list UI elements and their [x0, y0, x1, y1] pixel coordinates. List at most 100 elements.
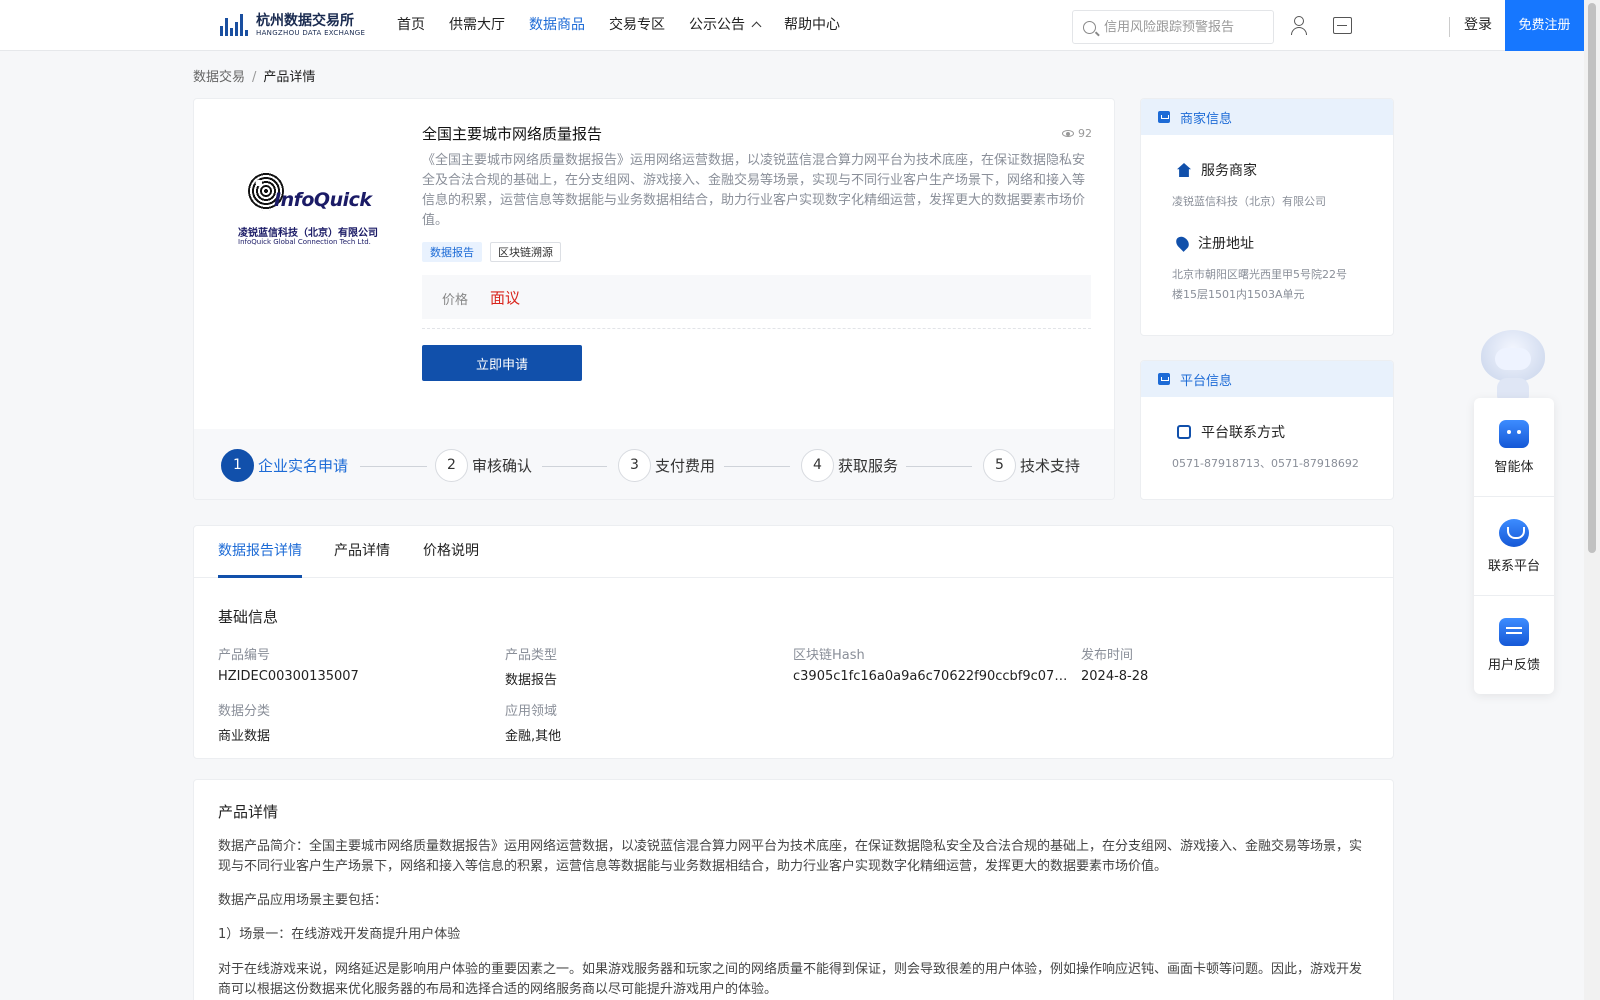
product-detail-card: 产品详情 数据产品简介：全国主要城市网络质量数据报告》运用网络运营数据，以凌锐蓝… — [193, 779, 1394, 1000]
feedback-icon — [1499, 618, 1529, 646]
price-value: 面议 — [490, 289, 521, 307]
service-merchant-value: 凌锐蓝信科技（北京）有限公司 — [1172, 195, 1326, 208]
tag-blockchain: 区块链溯源 — [490, 242, 561, 262]
nav-supply-demand[interactable]: 供需大厅 — [449, 0, 505, 51]
login-link[interactable]: 登录 — [1464, 0, 1492, 51]
step-number: 5 — [983, 449, 1016, 482]
field-value: 金融,其他 — [505, 729, 562, 744]
logo-title: 杭州数据交易所 — [256, 12, 354, 29]
breadcrumb: 数据交易 / 产品详情 — [193, 66, 315, 85]
user-icon[interactable] — [1289, 16, 1309, 36]
float-contact-platform[interactable]: 联系平台 — [1474, 497, 1554, 594]
nav-data-products[interactable]: 数据商品 — [529, 0, 585, 51]
logo-company-en: InfoQuick Global Connection Tech Ltd. — [238, 238, 371, 246]
field-value: 数据报告 — [505, 673, 558, 688]
step-label: 技术支持 — [1020, 457, 1081, 475]
platform-icon — [1158, 373, 1170, 385]
step-3: 3 支付费用 — [618, 449, 715, 482]
main-nav: 首页 供需大厅 数据商品 交易专区 公示公告 帮助中心 — [397, 0, 864, 51]
site-logo[interactable]: 杭州数据交易所 HANGZHOU DATA EXCHANGE — [220, 11, 365, 39]
platform-contact-label: 平台联系方式 — [1201, 425, 1285, 441]
step-label: 审核确认 — [472, 457, 533, 475]
register-button[interactable]: 免费注册 — [1505, 0, 1584, 51]
view-count-value: 92 — [1078, 127, 1092, 140]
step-number: 2 — [435, 449, 468, 482]
field-value: c3905c1fc16a0a9a6c70622f90ccbf9c0728... — [793, 669, 1071, 684]
scrollbar-thumb[interactable] — [1588, 3, 1596, 553]
info-card: 数据报告详情 产品详情 价格说明 基础信息 产品编号 HZIDEC00300135… — [193, 525, 1394, 759]
product-description: 《全国主要城市网络质量数据报告》运用网络运营数据，以凌锐蓝信混合算力网平台为技术… — [422, 153, 1086, 228]
top-header: 杭州数据交易所 HANGZHOU DATA EXCHANGE 首页 供需大厅 数… — [0, 0, 1584, 51]
logo-subtitle: HANGZHOU DATA EXCHANGE — [256, 28, 366, 37]
home-icon — [1177, 163, 1191, 177]
step-label: 获取服务 — [838, 457, 899, 475]
step-2: 2 审核确认 — [435, 449, 532, 482]
float-agent[interactable]: 智能体 — [1474, 398, 1554, 495]
eye-icon — [1062, 130, 1074, 137]
step-label: 企业实名申请 — [258, 457, 349, 475]
field-product-type: 产品类型 数据报告 — [505, 644, 783, 688]
search-input[interactable] — [1104, 19, 1264, 35]
breadcrumb-separator: / — [252, 70, 257, 85]
apply-button[interactable]: 立即申请 — [422, 345, 582, 381]
search-icon — [1083, 20, 1096, 34]
step-number: 4 — [801, 449, 834, 482]
product-card: InfoQuick 凌锐蓝信科技（北京）有限公司 InfoQuick Globa… — [193, 98, 1115, 500]
page-scrollbar[interactable] — [1584, 0, 1600, 1000]
detail-paragraph-scenario-1-body: 对于在线游戏来说，网络延迟是影响用户体验的重要因素之一。如果游戏服务器和玩家之间… — [218, 962, 1363, 997]
nav-help[interactable]: 帮助中心 — [784, 0, 840, 51]
nav-announcements[interactable]: 公示公告 — [689, 0, 762, 51]
platform-contact-title: 平台联系方式 — [1177, 422, 1393, 442]
step-1: 1 企业实名申请 — [221, 449, 348, 482]
robot-assistant-icon[interactable] — [1475, 326, 1551, 402]
float-agent-label: 智能体 — [1494, 460, 1534, 475]
platform-contact-value: 0571-87918713、0571-87918692 — [1172, 457, 1359, 470]
nav-home[interactable]: 首页 — [397, 0, 425, 51]
field-value: 商业数据 — [218, 729, 271, 744]
store-icon — [1158, 111, 1170, 123]
nav-trade-zone[interactable]: 交易专区 — [609, 0, 665, 51]
step-label: 支付费用 — [655, 457, 716, 475]
step-5: 5 技术支持 — [983, 449, 1080, 482]
float-feedback-label: 用户反馈 — [1487, 658, 1540, 673]
floating-toolbar: 智能体 联系平台 用户反馈 — [1474, 398, 1554, 694]
agent-icon — [1499, 420, 1529, 448]
field-publish-time: 发布时间 2024-8-28 — [1081, 644, 1359, 684]
step-connector — [906, 466, 972, 467]
service-merchant-label: 服务商家 — [1201, 163, 1257, 179]
float-feedback[interactable]: 用户反馈 — [1474, 596, 1554, 693]
logo-brand: InfoQuick — [274, 189, 372, 211]
headset-icon — [1499, 519, 1529, 547]
merchant-info-header: 商家信息 — [1141, 99, 1393, 135]
merchant-info-heading: 商家信息 — [1180, 111, 1233, 127]
basic-info-title: 基础信息 — [218, 608, 279, 626]
field-data-category: 数据分类 商业数据 — [218, 700, 496, 744]
product-detail-title: 产品详情 — [218, 803, 279, 821]
platform-info-header: 平台信息 — [1141, 361, 1393, 397]
field-value: HZIDEC00300135007 — [218, 669, 359, 684]
step-number: 1 — [221, 449, 254, 482]
platform-info-card: 平台信息 平台联系方式 0571-87918713、0571-87918692 — [1140, 360, 1394, 500]
tab-report-details[interactable]: 数据报告详情 — [218, 526, 302, 578]
nav-announcements-label: 公示公告 — [689, 17, 745, 33]
step-connector — [542, 466, 607, 467]
product-tags: 数据报告 区块链溯源 — [422, 242, 569, 262]
tab-price-description[interactable]: 价格说明 — [423, 526, 479, 578]
process-steps: 1 企业实名申请 2 审核确认 3 支付费用 4 获取服务 5 技术支持 — [194, 429, 1114, 499]
float-contact-label: 联系平台 — [1487, 559, 1540, 574]
field-application-domain: 应用领域 金融,其他 — [505, 700, 783, 744]
breadcrumb-parent[interactable]: 数据交易 — [193, 70, 245, 85]
product-title: 全国主要城市网络质量报告 — [422, 125, 603, 143]
chevron-up-icon — [751, 21, 762, 32]
field-label: 区块链Hash — [793, 648, 865, 663]
breadcrumb-current: 产品详情 — [263, 70, 316, 85]
tab-product-details[interactable]: 产品详情 — [334, 526, 390, 578]
field-label: 发布时间 — [1081, 648, 1134, 663]
view-count: 92 — [1062, 127, 1092, 140]
logo-bars-icon — [220, 14, 250, 36]
cart-icon[interactable] — [1333, 17, 1352, 34]
field-value: 2024-8-28 — [1081, 669, 1149, 684]
step-number: 3 — [618, 449, 651, 482]
search-box[interactable] — [1072, 10, 1274, 44]
detail-paragraph-scenarios: 数据产品应用场景主要包括： — [218, 893, 388, 908]
